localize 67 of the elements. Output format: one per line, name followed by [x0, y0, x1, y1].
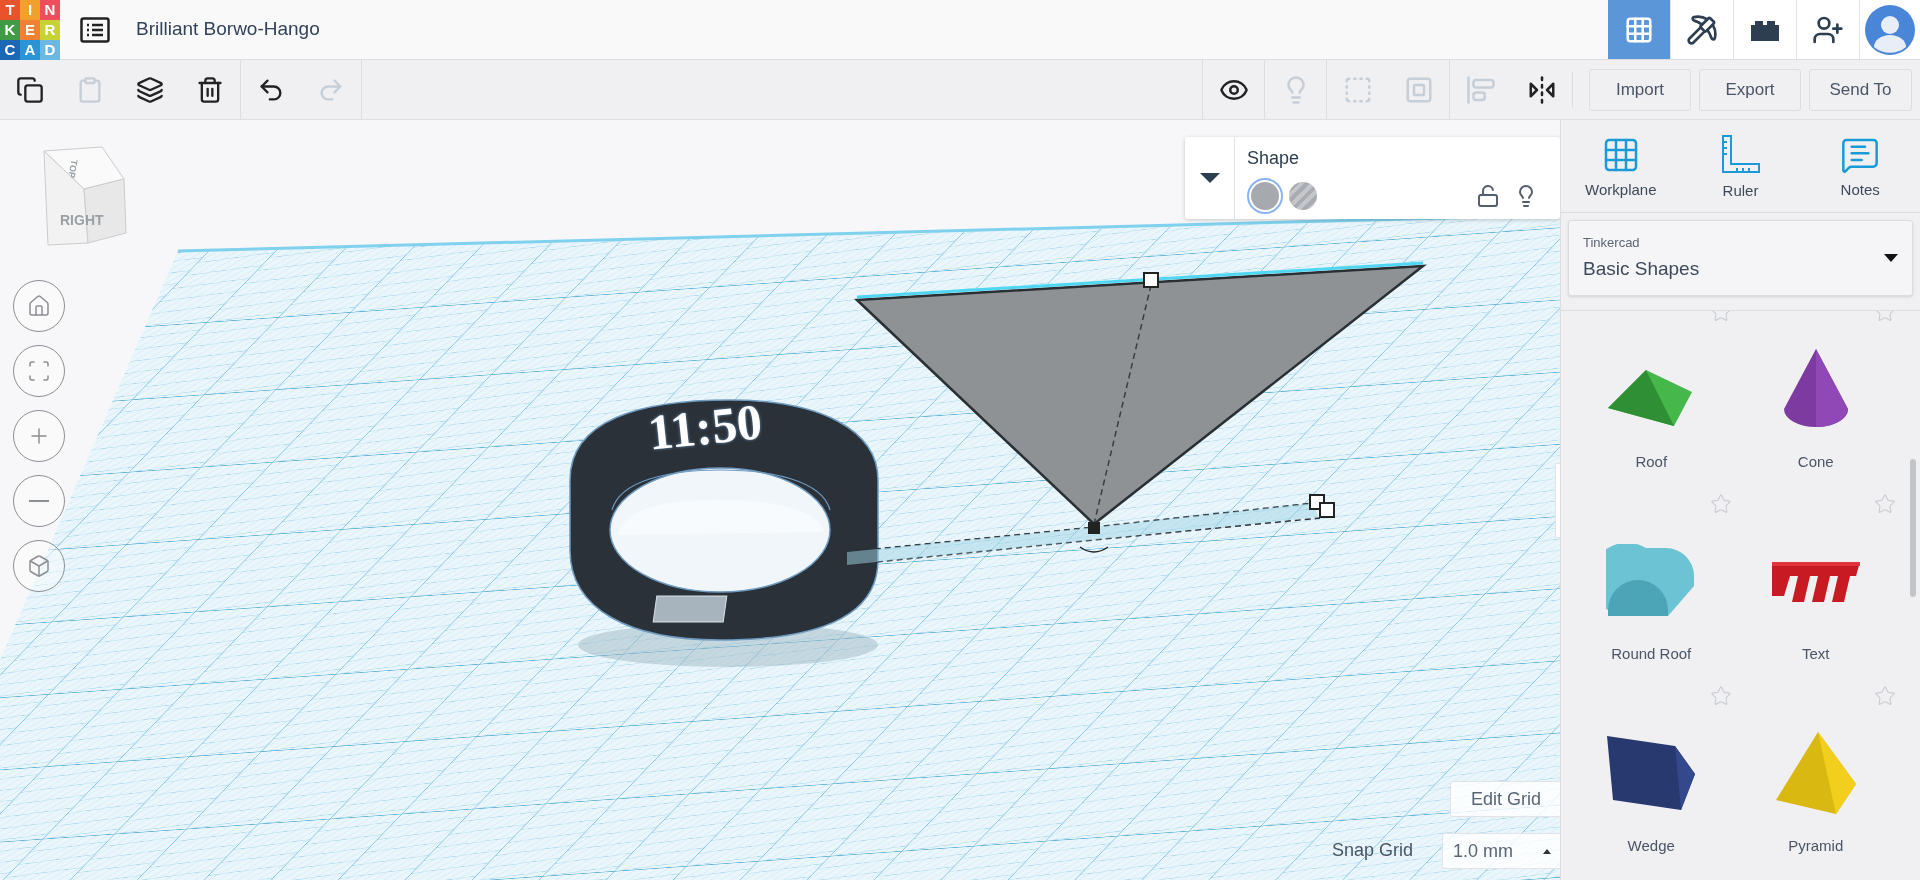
logo-letter: R: [40, 19, 60, 40]
scrollbar-thumb[interactable]: [1910, 459, 1916, 597]
view-cube-top-label: TOP: [65, 158, 81, 179]
solid-color-option[interactable]: [1247, 178, 1283, 214]
logo-letter: I: [20, 0, 40, 20]
workplane-tool-button[interactable]: Workplane: [1570, 134, 1671, 202]
shape-name: Cone: [1797, 451, 1834, 472]
lock-button[interactable]: [1476, 184, 1500, 208]
logo-letter: K: [0, 19, 20, 40]
zoom-in-button[interactable]: [13, 410, 65, 462]
logo-letter: E: [20, 19, 40, 40]
ring-display-text: 11:50: [645, 396, 765, 458]
shape-tile[interactable]: Cone: [1733, 311, 1898, 491]
shape-name: Text: [1802, 643, 1830, 664]
library-provider: Tinkercad: [1583, 234, 1641, 252]
delete-icon: [196, 75, 224, 104]
caret-down-icon: [1199, 173, 1220, 183]
snap-grid-dropdown[interactable]: 1.0 mm: [1442, 833, 1560, 869]
frame-icon: [27, 359, 51, 383]
cube-icon: [27, 554, 51, 578]
library-category: Basic Shapes: [1583, 256, 1700, 281]
logo-letter: A: [20, 39, 40, 60]
edit-grid-button[interactable]: Edit Grid: [1450, 781, 1560, 817]
panel-title: Shape: [1247, 148, 1300, 168]
toolbar-action-button[interactable]: Send To: [1809, 68, 1912, 111]
shape-name: Roof: [1635, 451, 1668, 472]
fit-view-button[interactable]: [13, 345, 65, 397]
nav-button[interactable]: [1734, 0, 1797, 59]
ruler-icon: [1719, 133, 1762, 176]
design-title[interactable]: Brilliant Borwo-Hango: [136, 15, 320, 44]
shape-tile[interactable]: Text: [1733, 491, 1898, 683]
unlock-icon: [1476, 184, 1500, 208]
shape-tile[interactable]: Wedge: [1569, 683, 1734, 875]
zoom-out-button[interactable]: [13, 475, 65, 527]
avatar-icon: [1865, 4, 1915, 55]
home-view-button[interactable]: [13, 280, 65, 332]
logo-letter: N: [40, 0, 60, 20]
shape-tile[interactable]: Round Roof: [1569, 491, 1734, 683]
profile-button[interactable]: [1860, 0, 1920, 59]
nav-button[interactable]: [1797, 0, 1860, 59]
duplicate-icon: [136, 75, 164, 104]
logo-letter: C: [0, 39, 20, 60]
notes-tool-button[interactable]: Notes: [1810, 134, 1911, 202]
logo-letter: T: [0, 0, 20, 20]
list-icon: [80, 16, 110, 43]
shape-tile[interactable]: Roof: [1569, 311, 1734, 491]
align-icon: [1465, 74, 1496, 105]
library-dropdown[interactable]: Tinkercad Basic Shapes: [1568, 220, 1913, 296]
perspective-button[interactable]: [13, 540, 65, 592]
snap-grid-label: Snap Grid: [1332, 839, 1414, 862]
ruler-tool-button[interactable]: Ruler: [1690, 133, 1791, 203]
logo-letter: D: [40, 39, 60, 60]
home-icon: [27, 294, 51, 318]
shape-name: Round Roof: [1611, 643, 1692, 664]
caret-down-icon: [1884, 254, 1898, 262]
caret-up-icon: [1543, 848, 1551, 854]
view-cube-side-label: RIGHT: [60, 211, 104, 230]
copy-icon: [16, 75, 44, 104]
shape-tile[interactable]: Pyramid: [1733, 683, 1898, 875]
pickaxe-icon: [1686, 13, 1718, 46]
toolbar-action-button[interactable]: Import: [1589, 68, 1691, 111]
nav-button[interactable]: [1671, 0, 1734, 59]
shape-name: Wedge: [1627, 835, 1675, 856]
logo[interactable]: T I N K E R C A D: [0, 0, 60, 60]
shape-name: Pyramid: [1788, 835, 1844, 856]
toolbar-action-button[interactable]: Export: [1699, 68, 1801, 111]
minus-icon: [29, 500, 49, 502]
